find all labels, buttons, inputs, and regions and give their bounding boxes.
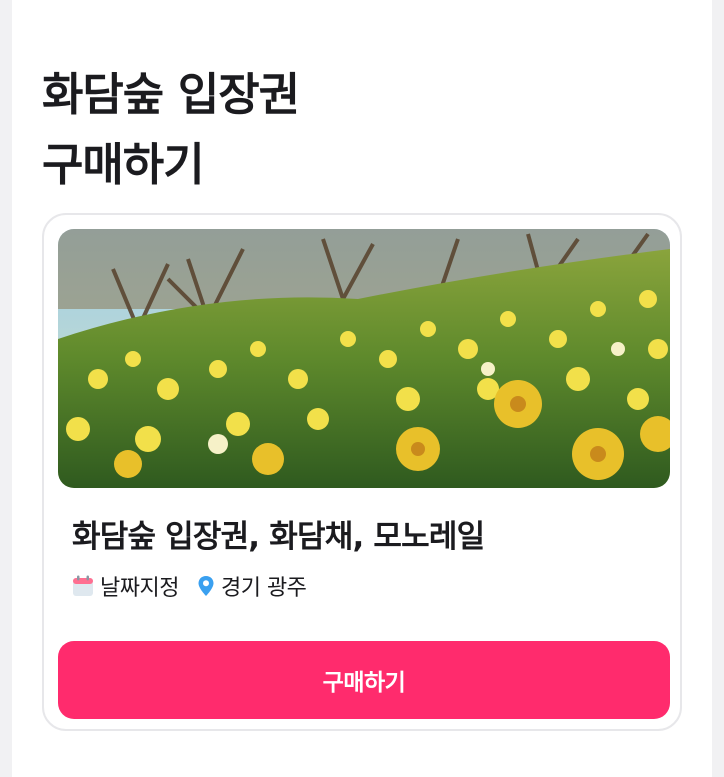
product-title: 화담숲 입장권, 화담채, 모노레일 <box>72 519 485 555</box>
ticket-purchase-page: 화담숲 입장권 구매하기 화담숲 입장권, 화담채, 모노레일 날짜지정 경기 … <box>12 0 712 777</box>
product-image <box>58 229 670 488</box>
location-label: 경기 광주 <box>220 576 307 601</box>
product-meta: 날짜지정 경기 광주 <box>72 570 324 602</box>
page-title-line-2: 구매하기 <box>42 138 205 192</box>
date-info: 날짜지정 <box>72 570 179 602</box>
calendar-icon <box>73 575 93 596</box>
date-label: 날짜지정 <box>100 576 179 601</box>
product-card: 화담숲 입장권, 화담채, 모노레일 날짜지정 경기 광주 구매하기 <box>42 213 682 731</box>
location-pin-icon <box>198 576 214 596</box>
location-info: 경기 광주 <box>197 570 307 602</box>
buy-button[interactable]: 구매하기 <box>58 641 670 719</box>
page-title: 화담숲 입장권 구매하기 <box>42 60 642 200</box>
page-title-line-1: 화담숲 입장권 <box>42 68 300 122</box>
